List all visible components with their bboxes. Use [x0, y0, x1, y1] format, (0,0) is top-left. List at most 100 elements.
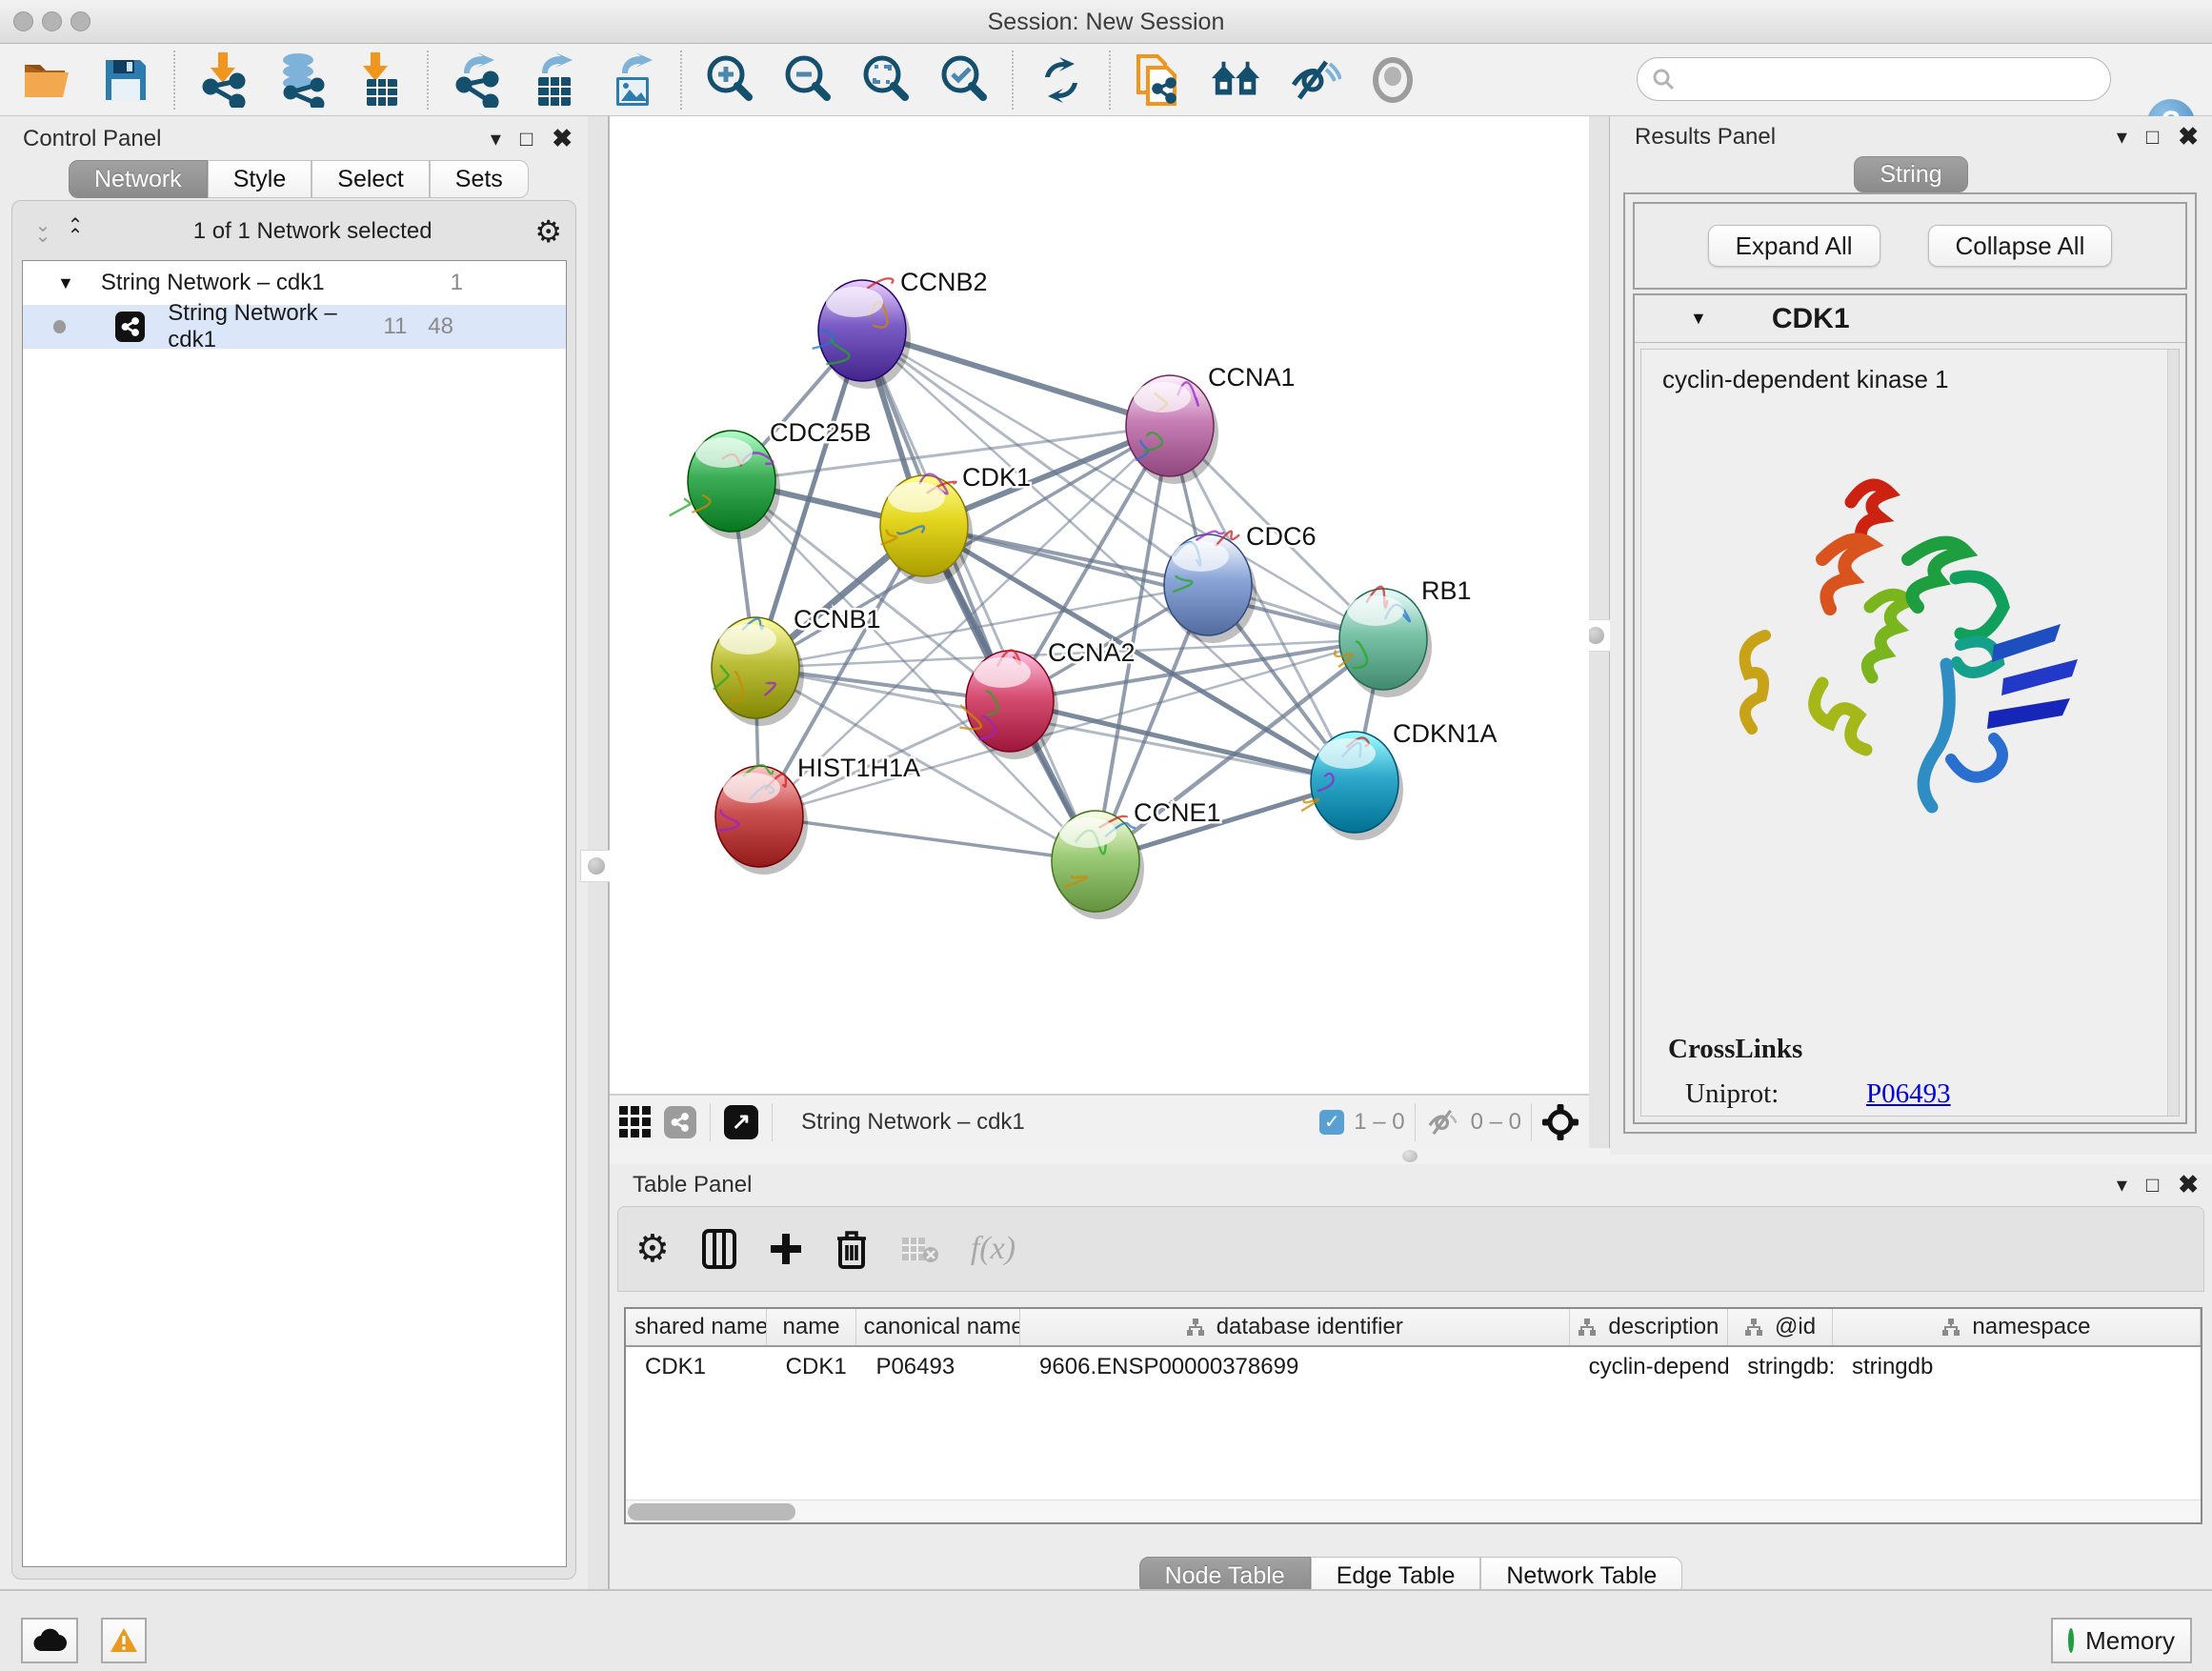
entry-expander-icon[interactable]: ▼: [1690, 309, 1707, 329]
column-header--id[interactable]: @id: [1728, 1309, 1833, 1345]
panel-collapse-icon[interactable]: ▾: [491, 129, 501, 150]
expand-all-button[interactable]: Expand All: [1708, 225, 1880, 267]
network-node-ccnb2[interactable]: CCNB2: [813, 268, 988, 389]
network-node-cdc6[interactable]: CDC6: [1164, 522, 1317, 643]
save-session-icon[interactable]: [99, 53, 152, 107]
network-canvas[interactable]: CCNB2CCNA1CDC25BCDK1CDC6RB1CCNB1CCNA2CDK…: [610, 116, 1589, 1094]
crosslink-uniprot[interactable]: P06493: [1866, 1078, 1951, 1110]
expand-all-networks-icon[interactable]: ⌃⌃: [58, 221, 90, 242]
string-app-icon: [115, 312, 145, 342]
panel-float-icon[interactable]: □: [520, 129, 533, 150]
table-hscrollbar[interactable]: [626, 1500, 2201, 1522]
column-header-database-identifier[interactable]: database identifier: [1020, 1309, 1570, 1345]
column-header-namespace[interactable]: namespace: [1833, 1309, 2201, 1345]
tab-style[interactable]: Style: [208, 160, 312, 198]
delete-column-icon[interactable]: [835, 1229, 868, 1269]
birdseye-view-icon[interactable]: ↗: [724, 1105, 758, 1139]
import-table-file-icon[interactable]: [352, 53, 406, 107]
warning-icon: [110, 1627, 138, 1654]
table-cell[interactable]: CDK1: [626, 1347, 767, 1387]
first-neighbors-icon[interactable]: [1210, 53, 1263, 107]
zoom-out-icon[interactable]: [781, 53, 835, 107]
entry-description: cyclin-dependent kinase 1: [1662, 365, 2179, 394]
show-all-icon[interactable]: [1366, 53, 1419, 107]
table-toolbar: ⚙ f(x): [617, 1206, 2204, 1292]
panel-close-icon[interactable]: ✖: [2178, 1170, 2199, 1199]
network-options-gear-icon[interactable]: ⚙: [534, 213, 562, 250]
warnings-button[interactable]: [101, 1618, 147, 1663]
network-node-rb1[interactable]: RB1: [1335, 576, 1471, 697]
column-header-canonical-name[interactable]: canonical name: [856, 1309, 1020, 1345]
crosslinks-section: CrossLinks Uniprot:P06493 GeneCard:P0649…: [1668, 1034, 2148, 1117]
export-table-icon[interactable]: [528, 53, 581, 107]
table-cell[interactable]: P06493: [856, 1347, 1020, 1387]
collapse-all-networks-icon[interactable]: ⌄⌄: [26, 221, 58, 242]
node-label-ccnb2: CCNB2: [900, 268, 988, 296]
node-table[interactable]: shared namenamecanonical namedatabase id…: [624, 1307, 2202, 1524]
table-settings-gear-icon[interactable]: ⚙: [635, 1227, 670, 1271]
cloud-services-button[interactable]: [21, 1618, 78, 1663]
import-network-database-icon[interactable]: [274, 53, 328, 107]
table-cell[interactable]: cyclin-dependent ...: [1570, 1347, 1729, 1387]
panel-collapse-icon[interactable]: ▾: [2117, 127, 2127, 148]
search-input[interactable]: [1676, 67, 2076, 91]
tab-string[interactable]: String: [1854, 156, 1967, 192]
column-header-name[interactable]: name: [767, 1309, 857, 1345]
network-node-cdk1[interactable]: CDK1: [880, 463, 1031, 584]
cdk1-entry-header[interactable]: ▼ CDK1: [1635, 295, 2185, 343]
table-cell[interactable]: stringdb: [1833, 1347, 2201, 1387]
table-cell[interactable]: 9606.ENSP00000378699: [1020, 1347, 1570, 1387]
zoom-selected-icon[interactable]: [937, 53, 991, 107]
refresh-layout-icon[interactable]: [1035, 53, 1088, 107]
panel-float-icon[interactable]: □: [2146, 127, 2159, 148]
left-panel-divider[interactable]: [588, 116, 610, 1589]
function-builder-icon-disabled: f(x): [971, 1231, 1016, 1267]
collapse-all-button[interactable]: Collapse All: [1928, 225, 2113, 267]
column-header-shared-name[interactable]: shared name: [626, 1309, 767, 1345]
search-field[interactable]: [1637, 57, 2111, 101]
tab-network[interactable]: Network: [69, 160, 208, 198]
network-edge[interactable]: [759, 816, 1096, 861]
panel-float-icon[interactable]: □: [2146, 1175, 2159, 1196]
right-panel-divider[interactable]: [1589, 116, 1611, 1155]
column-header-description[interactable]: description: [1570, 1309, 1729, 1345]
show-columns-icon[interactable]: [702, 1229, 736, 1269]
hidden-counts: 0 – 0: [1471, 1109, 1521, 1136]
network-tree-child-row[interactable]: String Network – cdk1 11 48: [23, 305, 566, 349]
zoom-in-icon[interactable]: [703, 53, 756, 107]
table-hscrollbar-thumb[interactable]: [628, 1503, 795, 1520]
hide-selected-icon[interactable]: [1288, 53, 1341, 107]
zoom-fit-icon[interactable]: [859, 53, 913, 107]
export-image-icon[interactable]: [606, 53, 659, 107]
tab-sets[interactable]: Sets: [430, 160, 529, 198]
table-row[interactable]: CDK1CDK1P064939606.ENSP00000378699cyclin…: [626, 1347, 2201, 1387]
results-scrollbar[interactable]: [2167, 350, 2179, 1116]
network-tree-root-row[interactable]: ▼ String Network – cdk1 1: [23, 261, 566, 305]
tab-select[interactable]: Select: [312, 160, 429, 198]
panel-collapse-icon[interactable]: ▾: [2117, 1175, 2127, 1196]
add-column-icon[interactable]: [769, 1232, 803, 1266]
network-node-hist1h1a[interactable]: HIST1H1A: [715, 754, 920, 875]
clone-network-icon[interactable]: [1132, 53, 1185, 107]
panel-close-icon[interactable]: ✖: [552, 124, 573, 153]
left-divider-grip[interactable]: [580, 850, 613, 882]
grid-view-icon[interactable]: [619, 1106, 651, 1137]
memory-button[interactable]: Memory: [2051, 1618, 2192, 1663]
fit-selection-crosshair-icon[interactable]: [1541, 1103, 1579, 1141]
selected-nodes-checkbox[interactable]: ✓: [1319, 1110, 1344, 1135]
network-node-ccne1[interactable]: CCNE1: [1052, 798, 1221, 919]
node-table-header: shared namenamecanonical namedatabase id…: [626, 1309, 2201, 1347]
table-cell[interactable]: stringdb:9...: [1728, 1347, 1833, 1387]
string-style-icon[interactable]: [664, 1106, 696, 1138]
column-tree-icon: [1186, 1318, 1205, 1337]
open-session-icon[interactable]: [21, 53, 74, 107]
network-node-ccnb1[interactable]: CCNB1: [712, 605, 881, 726]
panel-close-icon[interactable]: ✖: [2178, 122, 2199, 151]
tree-expander-icon[interactable]: ▼: [57, 273, 74, 293]
table-cell[interactable]: CDK1: [767, 1347, 857, 1387]
export-network-icon[interactable]: [450, 53, 503, 107]
node-label-cdc25b: CDC25B: [770, 418, 872, 447]
network-graph[interactable]: CCNB2CCNA1CDC25BCDK1CDC6RB1CCNB1CCNA2CDK…: [610, 116, 1589, 1094]
crosslink-label: Uniprot:: [1685, 1078, 1866, 1110]
import-network-file-icon[interactable]: [196, 53, 250, 107]
